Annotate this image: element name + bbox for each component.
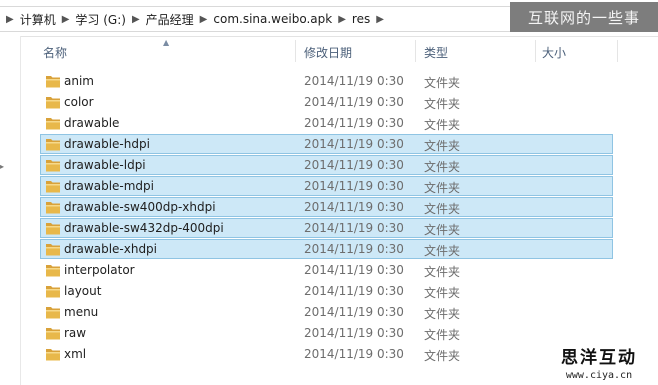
table-row[interactable]: anim 2014/11/19 0:30 文件夹 (40, 71, 613, 91)
row-date: 2014/11/19 0:30 (304, 95, 404, 109)
folder-icon (46, 76, 60, 88)
column-divider[interactable] (617, 40, 618, 62)
table-row[interactable]: drawable-ldpi 2014/11/19 0:30 文件夹 (40, 155, 613, 175)
column-header: ▲ 名称 修改日期 类型 大小 (21, 36, 658, 66)
row-name: xml (64, 347, 87, 361)
breadcrumb-folder-pm[interactable]: 产品经理 (146, 11, 194, 28)
folder-icon (46, 328, 60, 340)
breadcrumb-folder-apk[interactable]: com.sina.weibo.apk (213, 12, 332, 26)
row-name: layout (64, 284, 102, 298)
chevron-right-icon[interactable]: ▶ (126, 14, 146, 25)
row-type: 文件夹 (424, 244, 461, 258)
chevron-right-icon[interactable]: ▶ (0, 14, 20, 25)
folder-icon (46, 139, 60, 151)
column-divider[interactable] (295, 40, 296, 62)
table-row[interactable]: drawable-xhdpi 2014/11/19 0:30 文件夹 (40, 239, 613, 259)
row-name: drawable-hdpi (64, 137, 150, 151)
table-row[interactable]: drawable-mdpi 2014/11/19 0:30 文件夹 (40, 176, 613, 196)
folder-icon (46, 349, 60, 361)
column-size[interactable]: 大小 (542, 44, 566, 61)
watermark-top: 互联网的一些事 (510, 2, 658, 32)
table-row[interactable]: drawable 2014/11/19 0:30 文件夹 (40, 113, 613, 133)
row-name: raw (64, 326, 87, 340)
table-row[interactable]: layout 2014/11/19 0:30 文件夹 (40, 281, 613, 301)
table-row[interactable]: menu 2014/11/19 0:30 文件夹 (40, 302, 613, 322)
expand-marker-icon[interactable]: ▸ (0, 162, 4, 171)
folder-icon (46, 118, 60, 130)
table-row[interactable]: xml 2014/11/19 0:30 文件夹 (40, 344, 613, 364)
table-row[interactable]: drawable-sw432dp-400dpi 2014/11/19 0:30 文件… (40, 218, 613, 238)
row-type: 文件夹 (424, 265, 461, 279)
row-date: 2014/11/19 0:30 (304, 242, 404, 256)
row-name: menu (64, 305, 99, 319)
row-name: drawable-mdpi (64, 179, 154, 193)
watermark-title: 思洋互动 (561, 348, 637, 368)
row-date: 2014/11/19 0:30 (304, 74, 404, 88)
table-row[interactable]: color 2014/11/19 0:30 文件夹 (40, 92, 613, 112)
column-divider[interactable] (535, 40, 536, 62)
chevron-right-icon[interactable]: ▶ (194, 14, 214, 25)
chevron-right-icon[interactable]: ▶ (332, 14, 352, 25)
row-type: 文件夹 (424, 160, 461, 174)
row-date: 2014/11/19 0:30 (304, 137, 404, 151)
row-name: anim (64, 74, 94, 88)
watermark-url: www.ciya.cn (565, 370, 633, 381)
row-type: 文件夹 (424, 307, 461, 321)
row-date: 2014/11/19 0:30 (304, 221, 404, 235)
watermark-bottom: 思洋互动 www.ciya.cn (540, 345, 658, 385)
row-type: 文件夹 (424, 349, 461, 363)
table-row[interactable]: raw 2014/11/19 0:30 文件夹 (40, 323, 613, 343)
row-date: 2014/11/19 0:30 (304, 200, 404, 214)
folder-icon (46, 181, 60, 193)
breadcrumb-computer[interactable]: 计算机 (20, 11, 56, 28)
breadcrumb[interactable]: ▶ 计算机 ▶ 学习 (G:) ▶ 产品经理 ▶ com.sina.weibo.… (0, 6, 511, 32)
breadcrumb-folder-res[interactable]: res (352, 12, 370, 26)
row-type: 文件夹 (424, 223, 461, 237)
chevron-right-icon[interactable]: ▶ (370, 14, 390, 25)
row-type: 文件夹 (424, 139, 461, 153)
row-type: 文件夹 (424, 286, 461, 300)
row-date: 2014/11/19 0:30 (304, 263, 404, 277)
row-type: 文件夹 (424, 181, 461, 195)
column-name[interactable]: 名称 (43, 44, 67, 61)
table-row[interactable]: interpolator 2014/11/19 0:30 文件夹 (40, 260, 613, 280)
row-date: 2014/11/19 0:30 (304, 284, 404, 298)
folder-icon (46, 97, 60, 109)
row-date: 2014/11/19 0:30 (304, 347, 404, 361)
row-name: drawable-ldpi (64, 158, 146, 172)
row-name: drawable-sw432dp-400dpi (64, 221, 224, 235)
chevron-right-icon[interactable]: ▶ (56, 14, 76, 25)
row-type: 文件夹 (424, 76, 461, 90)
folder-icon (46, 265, 60, 277)
row-type: 文件夹 (424, 202, 461, 216)
row-name: drawable-sw400dp-xhdpi (64, 200, 216, 214)
row-date: 2014/11/19 0:30 (304, 179, 404, 193)
folder-icon (46, 202, 60, 214)
column-divider[interactable] (415, 40, 416, 62)
sort-ascending-icon[interactable]: ▲ (163, 38, 169, 47)
column-date[interactable]: 修改日期 (304, 44, 352, 61)
row-type: 文件夹 (424, 97, 461, 111)
row-name: interpolator (64, 263, 135, 277)
navigation-pane[interactable]: ▸ (0, 36, 21, 385)
folder-icon (46, 286, 60, 298)
folder-icon (46, 223, 60, 235)
row-date: 2014/11/19 0:30 (304, 158, 404, 172)
address-bar[interactable]: ▶ 计算机 ▶ 学习 (G:) ▶ 产品经理 ▶ com.sina.weibo.… (0, 0, 658, 37)
folder-icon (46, 307, 60, 319)
row-date: 2014/11/19 0:30 (304, 116, 404, 130)
row-name: drawable-xhdpi (64, 242, 158, 256)
table-row[interactable]: drawable-sw400dp-xhdpi 2014/11/19 0:30 文件夹 (40, 197, 613, 217)
row-name: color (64, 95, 94, 109)
row-date: 2014/11/19 0:30 (304, 305, 404, 319)
folder-icon (46, 160, 60, 172)
row-type: 文件夹 (424, 118, 461, 132)
folder-icon (46, 244, 60, 256)
column-type[interactable]: 类型 (424, 44, 448, 61)
row-type: 文件夹 (424, 328, 461, 342)
table-row[interactable]: drawable-hdpi 2014/11/19 0:30 文件夹 (40, 134, 613, 154)
row-date: 2014/11/19 0:30 (304, 326, 404, 340)
breadcrumb-drive[interactable]: 学习 (G:) (75, 11, 126, 28)
row-name: drawable (64, 116, 120, 130)
